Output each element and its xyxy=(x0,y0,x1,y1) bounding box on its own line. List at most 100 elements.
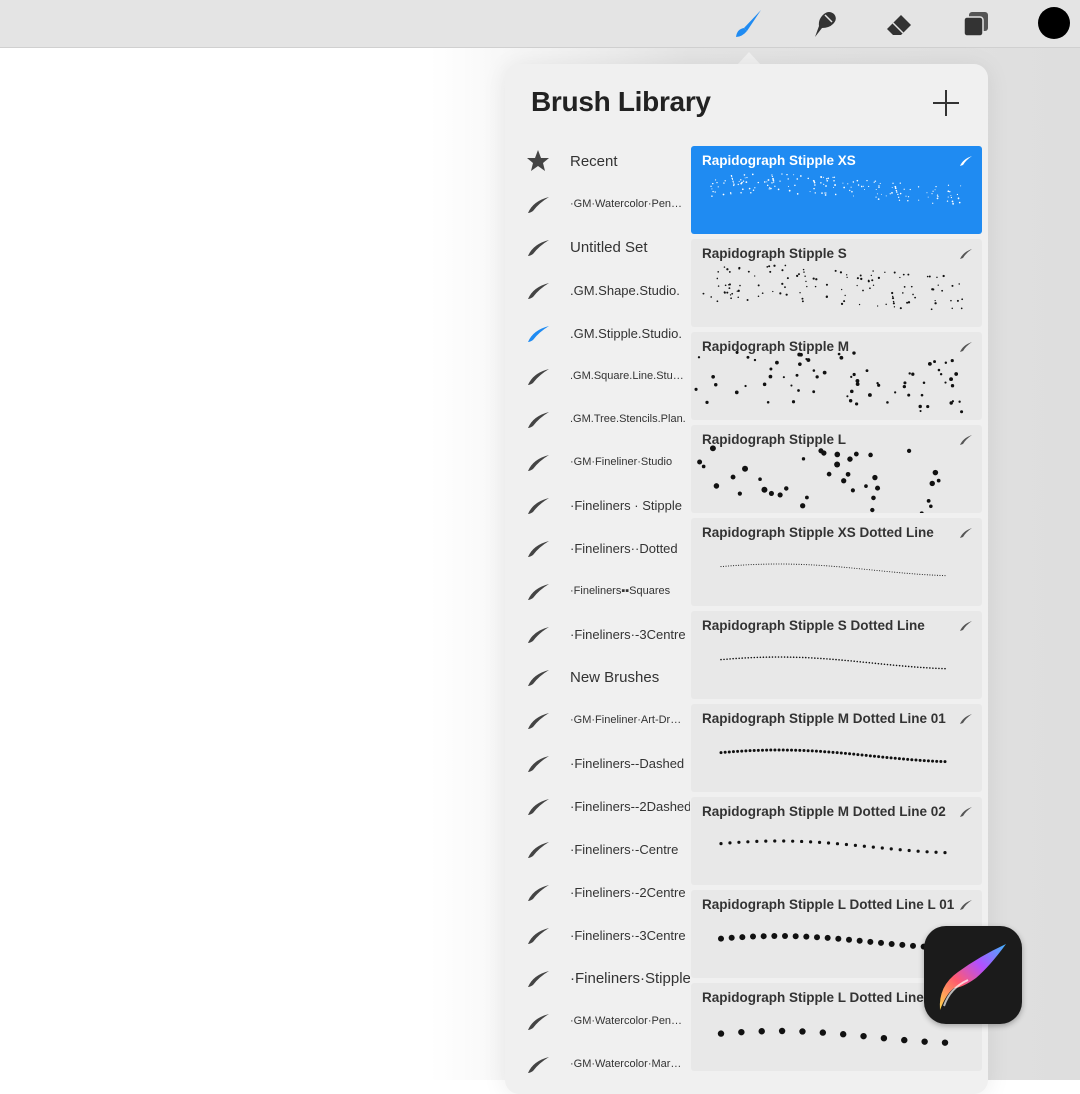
brush-set-item[interactable]: ·Fineliners··Dotted xyxy=(505,527,691,570)
brush-set-label: .GM.Stipple.Studio. xyxy=(570,326,682,341)
brush-set-label: ·Fineliners · Stipple xyxy=(570,498,682,513)
top-toolbar xyxy=(0,0,1080,48)
brush-name: Rapidograph Stipple S Dotted Line xyxy=(702,618,925,633)
brush-set-label: ·Fineliners·-3Centre xyxy=(570,627,686,642)
brush-set-item[interactable]: Recent xyxy=(505,140,691,183)
brush-set-label: ·GM·Fineliner·Art-Dr… xyxy=(570,714,682,726)
brush-icon[interactable] xyxy=(730,6,766,42)
brush-set-label: .GM.Shape.Studio. xyxy=(570,283,680,298)
brush-set-item[interactable]: ·Fineliners·Stipple xyxy=(505,957,691,1000)
star-icon xyxy=(525,148,551,174)
brush-set-icon xyxy=(525,406,551,432)
brush-set-icon xyxy=(525,879,551,905)
brush-type-icon xyxy=(959,340,973,352)
brush-set-label: .GM.Square.Line.Stu… xyxy=(570,370,684,382)
brush-set-label: Recent xyxy=(570,153,618,170)
eraser-icon[interactable] xyxy=(882,6,918,42)
brush-name: Rapidograph Stipple XS xyxy=(702,153,856,168)
brush-set-label: .GM.Tree.Stencils.Plan. xyxy=(570,413,686,425)
brush-set-item[interactable]: .GM.Square.Line.Stu… xyxy=(505,355,691,398)
brush-type-icon xyxy=(959,433,973,445)
brush-set-label: ·Fineliners·-Centre xyxy=(570,842,679,857)
brush-set-icon xyxy=(525,836,551,862)
brush-set-icon xyxy=(525,793,551,819)
brush-set-item[interactable]: ·Fineliners·-3Centre xyxy=(505,914,691,957)
brush-set-icon xyxy=(525,578,551,604)
brush-set-icon xyxy=(525,621,551,647)
brush-set-item[interactable]: .GM.Shape.Studio. xyxy=(505,269,691,312)
brush-name: Rapidograph Stipple M Dotted Line 02 xyxy=(702,804,946,819)
brush-name: Rapidograph Stipple M xyxy=(702,339,849,354)
brush-set-item[interactable]: .GM.Stipple.Studio. xyxy=(505,312,691,355)
brush-item[interactable]: Rapidograph Stipple S Dotted Line xyxy=(691,611,982,699)
brush-type-icon xyxy=(959,154,973,166)
brush-item[interactable]: Rapidograph Stipple M xyxy=(691,332,982,420)
smudge-icon[interactable] xyxy=(806,6,842,42)
brush-type-icon xyxy=(959,619,973,631)
panel-title: Brush Library xyxy=(531,86,711,117)
brush-library-panel: Brush Library Recent ·GM·Watercolor·Pen… U… xyxy=(505,64,988,1094)
brush-set-label: ·Fineliners·-2Centre xyxy=(570,885,686,900)
brush-item[interactable]: Rapidograph Stipple S xyxy=(691,239,982,327)
brush-set-icon xyxy=(525,320,551,346)
brush-set-icon xyxy=(525,363,551,389)
brush-set-label: ·Fineliners·-3Centre xyxy=(570,928,686,943)
brush-set-label: Untitled Set xyxy=(570,239,648,256)
brush-set-item[interactable]: ·Fineliners▪▪Squares xyxy=(505,570,691,613)
brush-set-item[interactable]: ·Fineliners--2Dashed xyxy=(505,785,691,828)
brush-set-item[interactable]: New Brushes xyxy=(505,656,691,699)
brush-name: Rapidograph Stipple L xyxy=(702,432,846,447)
brush-set-item[interactable]: ·GM·Fineliner·Art-Dr… xyxy=(505,699,691,742)
brush-name: Rapidograph Stipple L Dotted Line L 01 xyxy=(702,897,955,912)
brush-set-icon xyxy=(525,191,551,217)
brush-set-item[interactable]: ·GM·Watercolor·Pen… xyxy=(505,1000,691,1043)
brush-type-icon xyxy=(959,898,973,910)
brush-set-icon xyxy=(525,1008,551,1034)
brush-name: Rapidograph Stipple L Dotted Line xyxy=(702,990,924,1005)
brush-set-item[interactable]: ·Fineliners·-3Centre xyxy=(505,613,691,656)
brush-set-icon xyxy=(525,922,551,948)
brush-set-icon xyxy=(525,707,551,733)
brush-set-label: ·Fineliners··Dotted xyxy=(570,541,678,556)
brush-set-item[interactable]: ·Fineliners · Stipple xyxy=(505,484,691,527)
brush-set-label: ·Fineliners▪▪Squares xyxy=(570,585,671,597)
brush-set-icon xyxy=(525,277,551,303)
plus-icon[interactable] xyxy=(933,90,959,116)
brush-item[interactable]: Rapidograph Stipple XS Dotted Line xyxy=(691,518,982,606)
brush-type-icon xyxy=(959,526,973,538)
brush-type-icon xyxy=(959,805,973,817)
brush-set-label: ·GM·Watercolor·Pen… xyxy=(570,1015,683,1027)
brush-set-item[interactable]: ·Fineliners·-2Centre xyxy=(505,871,691,914)
brush-name: Rapidograph Stipple S xyxy=(702,246,847,261)
layers-icon[interactable] xyxy=(958,6,994,42)
brush-set-icon xyxy=(525,965,551,991)
brush-item[interactable]: Rapidograph Stipple M Dotted Line 02 xyxy=(691,797,982,885)
brush-set-icon xyxy=(525,234,551,260)
brush-set-icon xyxy=(525,492,551,518)
brush-name: Rapidograph Stipple M Dotted Line 01 xyxy=(702,711,946,726)
brush-type-icon xyxy=(959,247,973,259)
brush-set-item[interactable]: .GM.Tree.Stencils.Plan. xyxy=(505,398,691,441)
color-swatch[interactable] xyxy=(1038,7,1070,39)
brush-set-label: New Brushes xyxy=(570,669,660,686)
brush-item[interactable]: Rapidograph Stipple M Dotted Line 01 xyxy=(691,704,982,792)
brush-set-icon xyxy=(525,664,551,690)
brush-set-icon xyxy=(525,1051,551,1077)
brush-set-label: ·Fineliners·Stipple xyxy=(570,970,690,987)
brush-type-icon xyxy=(959,712,973,724)
brush-set-item[interactable]: ·GM·Watercolor·Pen… xyxy=(505,183,691,226)
brush-set-item[interactable]: ·Fineliners--Dashed xyxy=(505,742,691,785)
brush-set-list: Recent ·GM·Watercolor·Pen… Untitled Set .GM… xyxy=(505,140,691,1086)
brush-item[interactable]: Rapidograph Stipple XS xyxy=(691,146,982,234)
brush-set-icon xyxy=(525,535,551,561)
brush-set-icon xyxy=(525,750,551,776)
brush-name: Rapidograph Stipple XS Dotted Line xyxy=(702,525,934,540)
brush-set-label: ·GM·Fineliner·Studio xyxy=(570,456,673,468)
brush-set-item[interactable]: ·GM·Fineliner·Studio xyxy=(505,441,691,484)
brush-item[interactable]: Rapidograph Stipple L xyxy=(691,425,982,513)
brush-set-label: ·GM·Watercolor·Pen… xyxy=(570,198,683,210)
brush-set-label: ·Fineliners--2Dashed xyxy=(570,799,690,814)
brush-set-item[interactable]: Untitled Set xyxy=(505,226,691,269)
brush-set-item[interactable]: ·Fineliners·-Centre xyxy=(505,828,691,871)
procreate-logo xyxy=(924,926,1022,1024)
